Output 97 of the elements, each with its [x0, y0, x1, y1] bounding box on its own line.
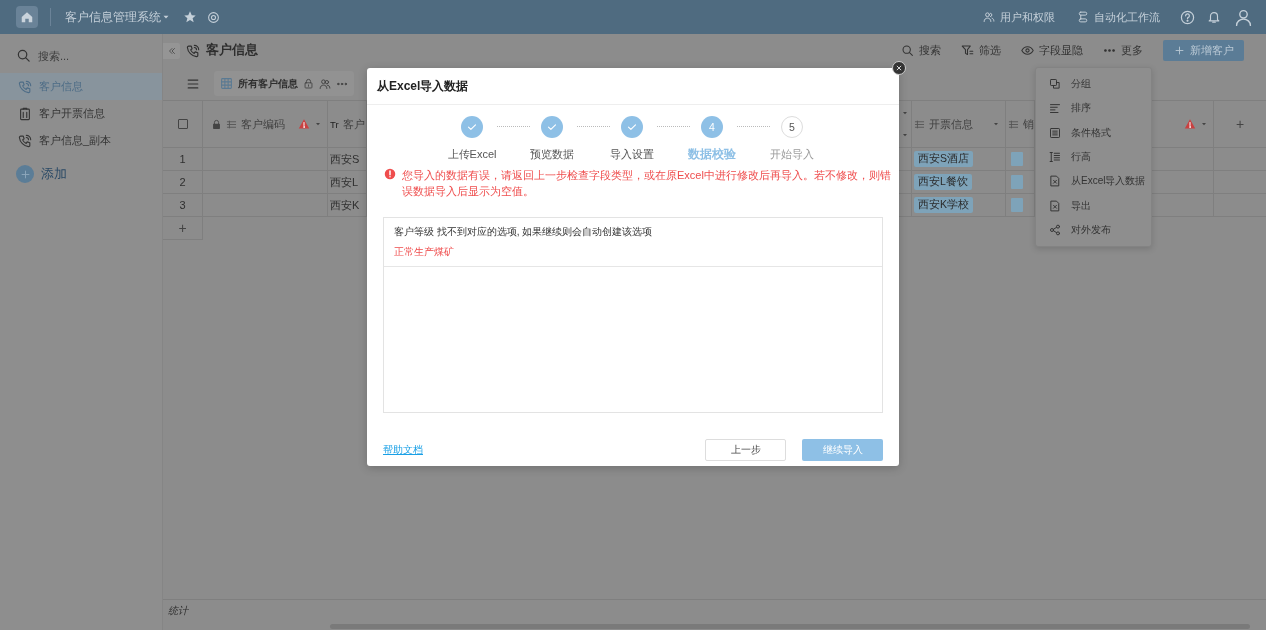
user-icon[interactable] — [1235, 8, 1252, 26]
back-button[interactable]: 上一步 — [705, 439, 786, 461]
list-box-icon — [1049, 126, 1061, 139]
users-icon — [983, 11, 995, 23]
list-icon — [1008, 118, 1019, 130]
home-icon — [20, 10, 34, 24]
error-icon — [384, 168, 396, 180]
double-chevron-icon — [166, 45, 177, 56]
sidebar-item[interactable]: 客户开票信息 — [0, 100, 162, 127]
page-title: 客户信息 — [206, 42, 258, 59]
workflow-icon — [1077, 11, 1089, 23]
phone-icon — [18, 79, 32, 94]
invoice-tag: 西安S酒店 — [914, 151, 973, 167]
menu-item[interactable]: 对外发布 — [1036, 217, 1151, 243]
collapse-button[interactable] — [163, 42, 180, 59]
phone-icon — [18, 133, 32, 148]
search-icon — [901, 44, 914, 57]
step-connector — [577, 126, 610, 127]
add-label[interactable]: 添加 — [41, 165, 67, 183]
add-button[interactable] — [16, 165, 34, 183]
home-button[interactable] — [16, 6, 38, 28]
step-connector — [657, 126, 690, 127]
people-icon — [319, 77, 331, 90]
plus-icon — [19, 168, 31, 180]
phone-icon — [186, 43, 200, 58]
search-icon — [16, 48, 31, 63]
issue-message: 客户等级 找不到对应的选项, 如果继续则会自动创建该选项 — [394, 225, 654, 239]
menu-item[interactable]: 条件格式 — [1036, 120, 1151, 145]
list-icon — [226, 118, 237, 130]
toolbar-action[interactable]: 筛选 — [979, 43, 1001, 58]
add-column-button[interactable]: + — [1235, 116, 1245, 132]
row-number: 1 — [163, 148, 203, 171]
toolbar-action[interactable]: 字段显隐 — [1039, 43, 1083, 58]
copy-icon — [1049, 78, 1061, 91]
menu-item[interactable]: 分组 — [1036, 72, 1151, 97]
filter-icon — [961, 44, 974, 57]
sidebar-item[interactable]: 客户信息_副本 — [0, 127, 162, 154]
caret-icon — [992, 120, 1000, 128]
app-name[interactable]: 客户信息管理系统 — [65, 8, 161, 26]
invoice-tag: 西安K学校 — [914, 197, 973, 213]
list-icon — [914, 118, 925, 130]
menu-item[interactable]: 导出 — [1036, 193, 1151, 218]
spreadsheet-file-icon — [1049, 199, 1061, 212]
lock-icon — [303, 78, 314, 89]
menu-item[interactable]: 排序 — [1036, 96, 1151, 121]
plus-icon — [1173, 45, 1185, 56]
menu-icon[interactable] — [186, 76, 200, 91]
bell-icon[interactable] — [1207, 10, 1221, 24]
step-connector — [497, 126, 530, 127]
step-label: 导入设置 — [610, 147, 654, 162]
add-row-button[interactable]: + — [178, 220, 187, 236]
menu-item[interactable]: 从Excel导入数据 — [1036, 169, 1151, 194]
spreadsheet-file-icon — [1049, 175, 1061, 188]
select-all-checkbox[interactable] — [177, 119, 188, 129]
nav-link[interactable]: 自动化工作流 — [1094, 9, 1160, 25]
table-icon — [220, 77, 233, 90]
menu-item[interactable]: 行高 — [1036, 144, 1151, 170]
row-number: 2 — [163, 171, 203, 194]
column-header[interactable]: 开票信息 — [912, 101, 1006, 148]
caret-icon — [1200, 120, 1208, 128]
caret-icon — [901, 131, 909, 139]
tag-chip — [1011, 198, 1023, 212]
step-label: 数据校验 — [688, 146, 736, 163]
column-header[interactable]: 客户编码 — [203, 101, 328, 148]
star-icon[interactable] — [183, 10, 197, 24]
step-circle: 4 — [701, 116, 723, 138]
step-label: 开始导入 — [770, 147, 814, 162]
step-connector — [737, 126, 770, 127]
row-number: 3 — [163, 194, 203, 217]
search-field[interactable]: 搜索... — [38, 49, 148, 62]
toolbar-action[interactable]: 更多 — [1121, 43, 1143, 58]
target-icon[interactable] — [207, 10, 220, 24]
caret-icon — [314, 120, 322, 128]
close-button[interactable] — [892, 61, 906, 75]
view-tab[interactable]: 所有客户信息 — [214, 71, 354, 96]
share-icon — [1049, 223, 1061, 236]
help-icon[interactable] — [1180, 9, 1195, 25]
nav-link[interactable]: 用户和权限 — [1000, 9, 1055, 25]
eye-icon — [1021, 44, 1034, 57]
row-height-icon — [1049, 151, 1061, 164]
caret-icon — [901, 109, 909, 117]
issue-value: 正常生产煤矿 — [394, 245, 455, 259]
error-message: 您导入的数据有误，请返回上一步检查字段类型，或在原Excel中进行修改后再导入。若不修改，则错误数据导入后显示为空值。 — [402, 168, 891, 199]
sort-icon — [1049, 102, 1061, 115]
toolbar-action[interactable]: 搜索 — [919, 43, 941, 58]
tag-chip — [1011, 152, 1023, 166]
step-circle: 5 — [781, 116, 803, 138]
close-icon — [894, 63, 904, 73]
tag-chip — [1011, 175, 1023, 189]
dialog-title: 从Excel导入数据 — [367, 68, 899, 105]
step-label: 上传Excel — [447, 147, 497, 162]
invoice-tag: 西安L餐饮 — [914, 174, 972, 190]
step-label: 预览数据 — [530, 147, 574, 162]
summary-label: 统计 — [168, 604, 188, 618]
add-customer-button[interactable]: 新增客户 — [1163, 40, 1244, 61]
clipboard-icon — [18, 106, 32, 121]
help-link[interactable]: 帮助文档 — [383, 443, 423, 457]
